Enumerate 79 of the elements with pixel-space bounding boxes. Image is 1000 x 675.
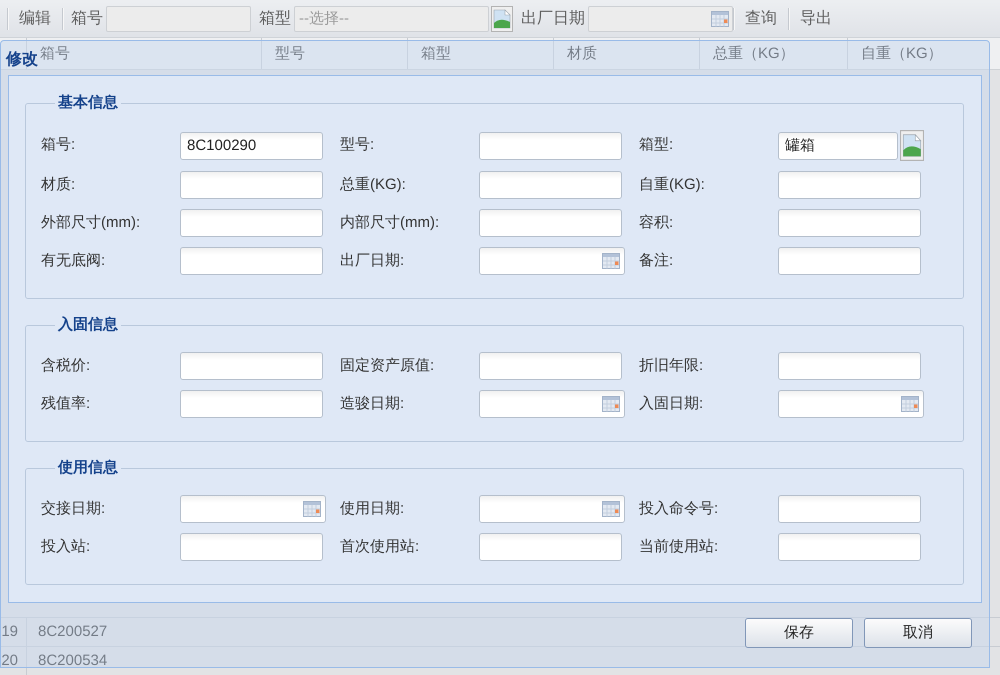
- calendar-icon[interactable]: [901, 396, 919, 412]
- column-header[interactable]: 自重（KG）: [848, 38, 1000, 69]
- text-field[interactable]: [479, 132, 622, 160]
- field-label: 箱号: [71, 8, 103, 28]
- text-field[interactable]: [479, 533, 622, 561]
- field-label: 残值率:: [41, 394, 90, 414]
- image-icon[interactable]: [491, 6, 513, 32]
- field-label: 箱型:: [639, 135, 674, 156]
- section-title: 入固信息: [56, 315, 119, 335]
- field-label: 造骏日期:: [340, 394, 404, 414]
- field-label: 交接日期:: [41, 498, 106, 519]
- field-label: 型号:: [340, 135, 374, 156]
- row-number: 19: [0, 618, 27, 646]
- field-label: 箱型: [259, 8, 291, 28]
- field-label: 入固日期:: [639, 394, 704, 414]
- table-cell-text: 8C200527: [37, 622, 108, 642]
- field-label: 外部尺寸(mm):: [41, 212, 140, 233]
- text-field[interactable]: [778, 533, 921, 561]
- field-label: 总重(KG):: [340, 174, 406, 195]
- field-label: 含税价:: [41, 356, 90, 376]
- toolbar-button[interactable]: 导出: [792, 4, 840, 32]
- field-label: 有无底阀:: [41, 250, 106, 271]
- text-field[interactable]: [180, 352, 323, 380]
- date-field[interactable]: [778, 390, 924, 418]
- toolbar-button[interactable]: 编辑: [11, 4, 59, 32]
- text-field[interactable]: [778, 247, 921, 275]
- text-field[interactable]: [180, 171, 323, 199]
- text-field[interactable]: [778, 352, 921, 380]
- field-label: 固定资产原值:: [340, 356, 434, 376]
- toolbar-button[interactable]: 查询: [737, 4, 785, 32]
- calendar-icon[interactable]: [303, 501, 321, 517]
- dialog-button[interactable]: 取消: [864, 618, 972, 648]
- select-field[interactable]: 罐箱: [778, 132, 898, 160]
- calendar-icon[interactable]: [602, 253, 620, 269]
- field-label: 使用日期:: [340, 498, 404, 519]
- select-field[interactable]: --选择--: [294, 6, 489, 32]
- section-title: 基本信息: [57, 93, 119, 113]
- table-cell-text: 8C200534: [37, 651, 108, 671]
- field-label: 投入站:: [41, 536, 90, 557]
- text-field[interactable]: [180, 247, 323, 275]
- field-label: 容积:: [639, 212, 674, 233]
- field-label: 内部尺寸(mm):: [340, 212, 440, 233]
- row-number: 20: [0, 647, 27, 675]
- dialog-button[interactable]: 保存: [745, 618, 853, 648]
- text-field[interactable]: [479, 352, 622, 380]
- text-field[interactable]: [778, 171, 921, 199]
- calendar-icon[interactable]: [602, 396, 620, 412]
- field-label: 出厂日期: [521, 8, 585, 28]
- column-header[interactable]: 材质: [554, 38, 700, 69]
- field-label: 自重(KG):: [639, 174, 705, 195]
- section-title: 使用信息: [56, 458, 119, 478]
- text-field[interactable]: [180, 533, 323, 561]
- date-field[interactable]: [479, 495, 625, 523]
- text-field[interactable]: [180, 209, 323, 237]
- text-field[interactable]: [180, 390, 323, 418]
- search-field[interactable]: [106, 6, 251, 32]
- calendar-icon[interactable]: [711, 10, 729, 26]
- field-label: 备注:: [639, 250, 674, 271]
- field-label: 材质:: [41, 174, 76, 195]
- text-field[interactable]: 8C100290: [180, 132, 323, 160]
- date-field[interactable]: [479, 390, 625, 418]
- text-field[interactable]: [479, 209, 622, 237]
- field-label: 投入命令号:: [639, 498, 718, 519]
- date-field[interactable]: [588, 6, 733, 32]
- field-label: 出厂日期:: [340, 250, 404, 271]
- date-field[interactable]: [180, 495, 326, 523]
- column-header[interactable]: 型号: [262, 38, 408, 69]
- field-label: 箱号:: [41, 135, 76, 156]
- calendar-icon[interactable]: [602, 501, 620, 517]
- text-field[interactable]: [778, 209, 921, 237]
- column-header[interactable]: 总重（KG）: [700, 38, 848, 69]
- text-field[interactable]: [778, 495, 921, 523]
- column-header[interactable]: 箱型: [408, 38, 554, 69]
- image-icon[interactable]: [900, 130, 924, 161]
- field-label: 折旧年限:: [639, 356, 704, 376]
- text-field[interactable]: [479, 171, 622, 199]
- field-label: 当前使用站:: [639, 536, 718, 557]
- field-label: 首次使用站:: [340, 536, 420, 557]
- date-field[interactable]: [479, 247, 625, 275]
